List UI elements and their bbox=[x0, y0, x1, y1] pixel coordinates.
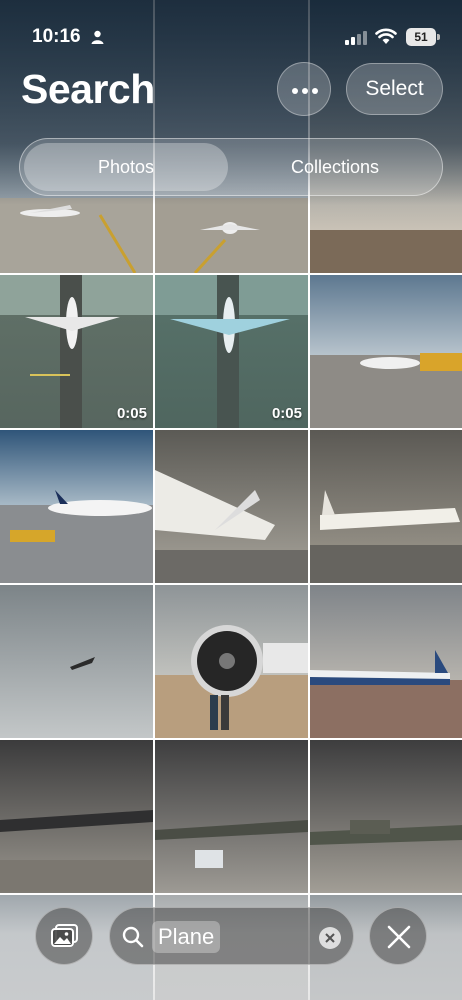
tab-collections[interactable]: Collections bbox=[232, 143, 438, 191]
plane-shape bbox=[70, 657, 95, 670]
aircraft-shape bbox=[0, 810, 153, 893]
battery-cap bbox=[437, 34, 440, 40]
photo-thumbnail[interactable] bbox=[310, 430, 462, 583]
photo-library-icon bbox=[51, 924, 78, 947]
aircraft-shape bbox=[155, 820, 308, 868]
photo-thumbnail[interactable] bbox=[310, 585, 462, 738]
plane-shape bbox=[193, 222, 260, 273]
photo-library-button[interactable] bbox=[35, 907, 93, 965]
plane-shape bbox=[310, 650, 450, 685]
photo-thumbnail[interactable] bbox=[155, 430, 308, 583]
aircraft-shape bbox=[310, 820, 462, 845]
photo-thumbnail[interactable] bbox=[310, 740, 462, 893]
status-bar: 10:16 51 bbox=[0, 22, 462, 52]
video-duration: 0:05 bbox=[271, 405, 302, 422]
video-duration: 0:05 bbox=[116, 405, 147, 422]
shuttle-shape bbox=[310, 490, 462, 583]
photo-thumbnail[interactable] bbox=[0, 740, 153, 893]
photo-thumbnail[interactable] bbox=[0, 585, 153, 738]
select-button[interactable]: Select bbox=[346, 63, 443, 115]
photo-thumbnail[interactable] bbox=[0, 430, 153, 583]
video-thumbnail[interactable]: 0:05 bbox=[0, 275, 153, 428]
photo-thumbnail[interactable] bbox=[155, 585, 308, 738]
page-title: Search bbox=[21, 66, 155, 112]
plane-shape bbox=[20, 205, 137, 273]
person-icon bbox=[91, 30, 104, 44]
segmented-control: Photos Collections bbox=[19, 138, 443, 196]
close-search-button[interactable] bbox=[369, 907, 427, 965]
tab-photos[interactable]: Photos bbox=[24, 143, 228, 191]
magnifier-icon bbox=[122, 926, 144, 948]
more-button[interactable] bbox=[277, 62, 331, 116]
ellipsis-icon bbox=[292, 88, 298, 94]
search-query-token[interactable]: Plane bbox=[152, 921, 221, 953]
wifi-icon bbox=[375, 28, 397, 44]
photo-thumbnail[interactable] bbox=[155, 740, 308, 893]
photo-thumbnail[interactable] bbox=[310, 275, 462, 428]
battery-icon: 51 bbox=[406, 28, 436, 46]
close-icon bbox=[387, 925, 411, 949]
shuttle-shape bbox=[155, 470, 308, 583]
ellipsis-icon bbox=[312, 88, 318, 94]
plane-shape bbox=[360, 353, 462, 371]
video-thumbnail[interactable]: 0:05 bbox=[155, 275, 308, 428]
search-field[interactable]: Plane bbox=[109, 907, 354, 965]
signal-icon bbox=[345, 31, 367, 45]
clear-x-icon bbox=[325, 933, 335, 943]
clear-search-button[interactable] bbox=[319, 927, 341, 949]
ellipsis-icon bbox=[302, 88, 308, 94]
status-time: 10:16 bbox=[32, 26, 81, 47]
engine-shape bbox=[191, 625, 308, 730]
plane-shape bbox=[10, 490, 152, 542]
